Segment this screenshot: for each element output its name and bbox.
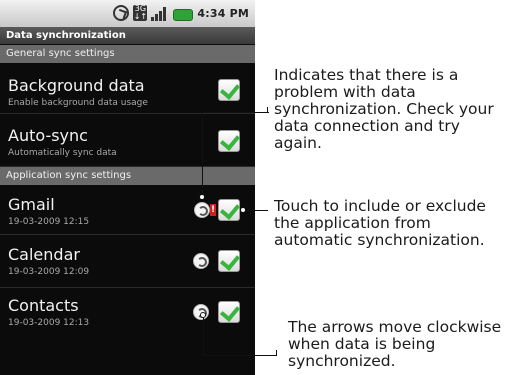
leader-line bbox=[203, 355, 277, 356]
calendar-checkbox[interactable] bbox=[218, 250, 241, 272]
section-header-apps: Application sync settings bbox=[0, 167, 255, 185]
signal-strength-icon bbox=[151, 5, 169, 21]
leader-line bbox=[276, 350, 277, 356]
leader-line bbox=[267, 107, 268, 113]
check-icon bbox=[219, 301, 241, 322]
callout-toggle: Touch to include or exclude the applicat… bbox=[274, 198, 486, 249]
app-row-gmail[interactable]: Gmail 19-03-2009 12:15 ! bbox=[0, 186, 255, 235]
row-title: Calendar bbox=[8, 245, 80, 264]
check-icon bbox=[219, 130, 241, 151]
status-time: 4:34 PM bbox=[197, 6, 249, 20]
callout-line: again. bbox=[274, 134, 322, 152]
callout-line: The arrows move clockwise bbox=[288, 318, 502, 336]
row-title: Auto-sync bbox=[8, 126, 88, 145]
row-title: Background data bbox=[8, 76, 145, 95]
check-icon bbox=[219, 79, 241, 100]
setting-row-auto-sync[interactable]: Auto-sync Automatically sync data bbox=[0, 114, 255, 167]
contacts-checkbox[interactable] bbox=[218, 301, 241, 323]
row-subtitle: 19-03-2009 12:13 bbox=[8, 318, 90, 328]
leader-dot bbox=[200, 312, 206, 318]
sync-icon bbox=[194, 202, 210, 218]
row-subtitle: Enable background data usage bbox=[8, 98, 148, 108]
leader-dot bbox=[240, 207, 246, 213]
page-title: Data synchronization bbox=[0, 27, 255, 44]
status-bar: 3G ↓↑ 4:34 PM bbox=[0, 0, 255, 27]
sync-status-icon bbox=[113, 5, 130, 21]
3g-network-icon: 3G ↓↑ bbox=[133, 4, 148, 21]
row-subtitle: Automatically sync data bbox=[8, 148, 117, 158]
row-title: Contacts bbox=[8, 296, 79, 315]
leader-line bbox=[243, 210, 268, 211]
callout-line: automatic synchronization. bbox=[274, 231, 485, 249]
callout-line: Touch to include or exclude bbox=[274, 197, 486, 215]
leader-line bbox=[202, 112, 203, 196]
setting-row-background-data[interactable]: Background data Enable background data u… bbox=[0, 64, 255, 114]
callout-line: the application from bbox=[274, 214, 431, 232]
section-header-general: General sync settings bbox=[0, 45, 255, 63]
background-data-checkbox[interactable] bbox=[218, 79, 241, 101]
callout-problem: Indicates that there is a problem with d… bbox=[274, 67, 494, 152]
auto-sync-checkbox[interactable] bbox=[218, 130, 241, 152]
callout-line: Indicates that there is a bbox=[274, 66, 459, 84]
row-subtitle: 19-03-2009 12:09 bbox=[8, 267, 90, 277]
leader-line bbox=[203, 315, 204, 355]
row-subtitle: 19-03-2009 12:15 bbox=[8, 217, 90, 227]
callout-line: problem with data bbox=[274, 83, 416, 101]
callout-line: synchronized. bbox=[288, 352, 396, 370]
battery-icon bbox=[173, 8, 194, 21]
sync-problem-icon: ! bbox=[210, 204, 216, 216]
callout-line: data connection and try bbox=[274, 117, 460, 135]
app-row-contacts[interactable]: Contacts 19-03-2009 12:13 bbox=[0, 288, 255, 341]
leader-line bbox=[202, 112, 269, 113]
callout-arrows: The arrows move clockwise when data is b… bbox=[288, 319, 501, 370]
status-icons: 3G ↓↑ 4:34 PM bbox=[113, 5, 249, 21]
check-icon bbox=[219, 199, 241, 220]
sync-icon bbox=[193, 253, 209, 269]
gmail-checkbox[interactable] bbox=[218, 199, 241, 221]
row-title: Gmail bbox=[8, 195, 55, 214]
app-row-calendar[interactable]: Calendar 19-03-2009 12:09 bbox=[0, 235, 255, 288]
leader-dot bbox=[199, 194, 205, 200]
callout-line: synchronization. Check your bbox=[274, 100, 494, 118]
phone-screen: 3G ↓↑ 4:34 PM Data synchronization Genera… bbox=[0, 0, 255, 375]
callout-line: when data is being bbox=[288, 335, 436, 353]
check-icon bbox=[219, 250, 241, 271]
